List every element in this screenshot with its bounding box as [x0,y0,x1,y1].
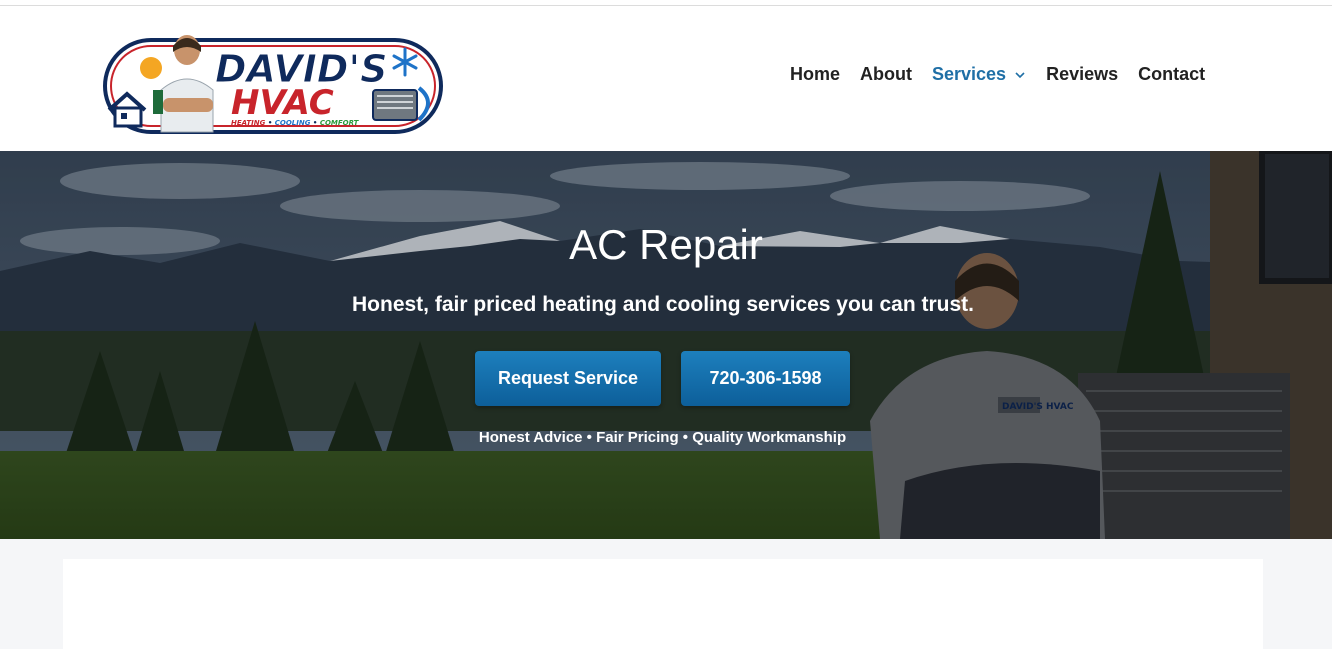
nav-reviews[interactable]: Reviews [1046,64,1118,85]
chevron-down-icon [1015,71,1025,78]
content-card [63,559,1263,649]
hero-subtitle: Honest, fair priced heating and cooling … [352,293,974,316]
nav-contact[interactable]: Contact [1138,64,1205,85]
hero-tagline: Honest Advice • Fair Pricing • Quality W… [478,429,847,446]
nav-services-label: Services [932,64,1007,84]
davids-hvac-logo[interactable]: DAVID'S HVAC HEATING • COOLING • COMFORT [103,28,443,134]
logo-tagline: HEATING • COOLING • COMFORT [231,119,360,127]
nav-about[interactable]: About [860,64,912,85]
nav-services[interactable]: Services [932,64,1026,85]
main-nav: Home About Services Reviews Contact [790,64,1205,85]
page-title: AC Repair [569,221,763,268]
hero-background-image: DAVID'S HVAC [0,151,1332,539]
hero-section: DAVID'S HVAC AC Repair Honest, fair pric… [0,151,1332,539]
request-service-button[interactable]: Request Service [475,351,661,406]
nav-home[interactable]: Home [790,64,840,85]
phone-call-button[interactable]: 720-306-1598 [681,351,850,406]
logo-text-hvac: HVAC [231,83,334,123]
sun-icon [140,57,162,79]
site-header: DAVID'S HVAC HEATING • COOLING • COMFORT… [0,6,1332,151]
